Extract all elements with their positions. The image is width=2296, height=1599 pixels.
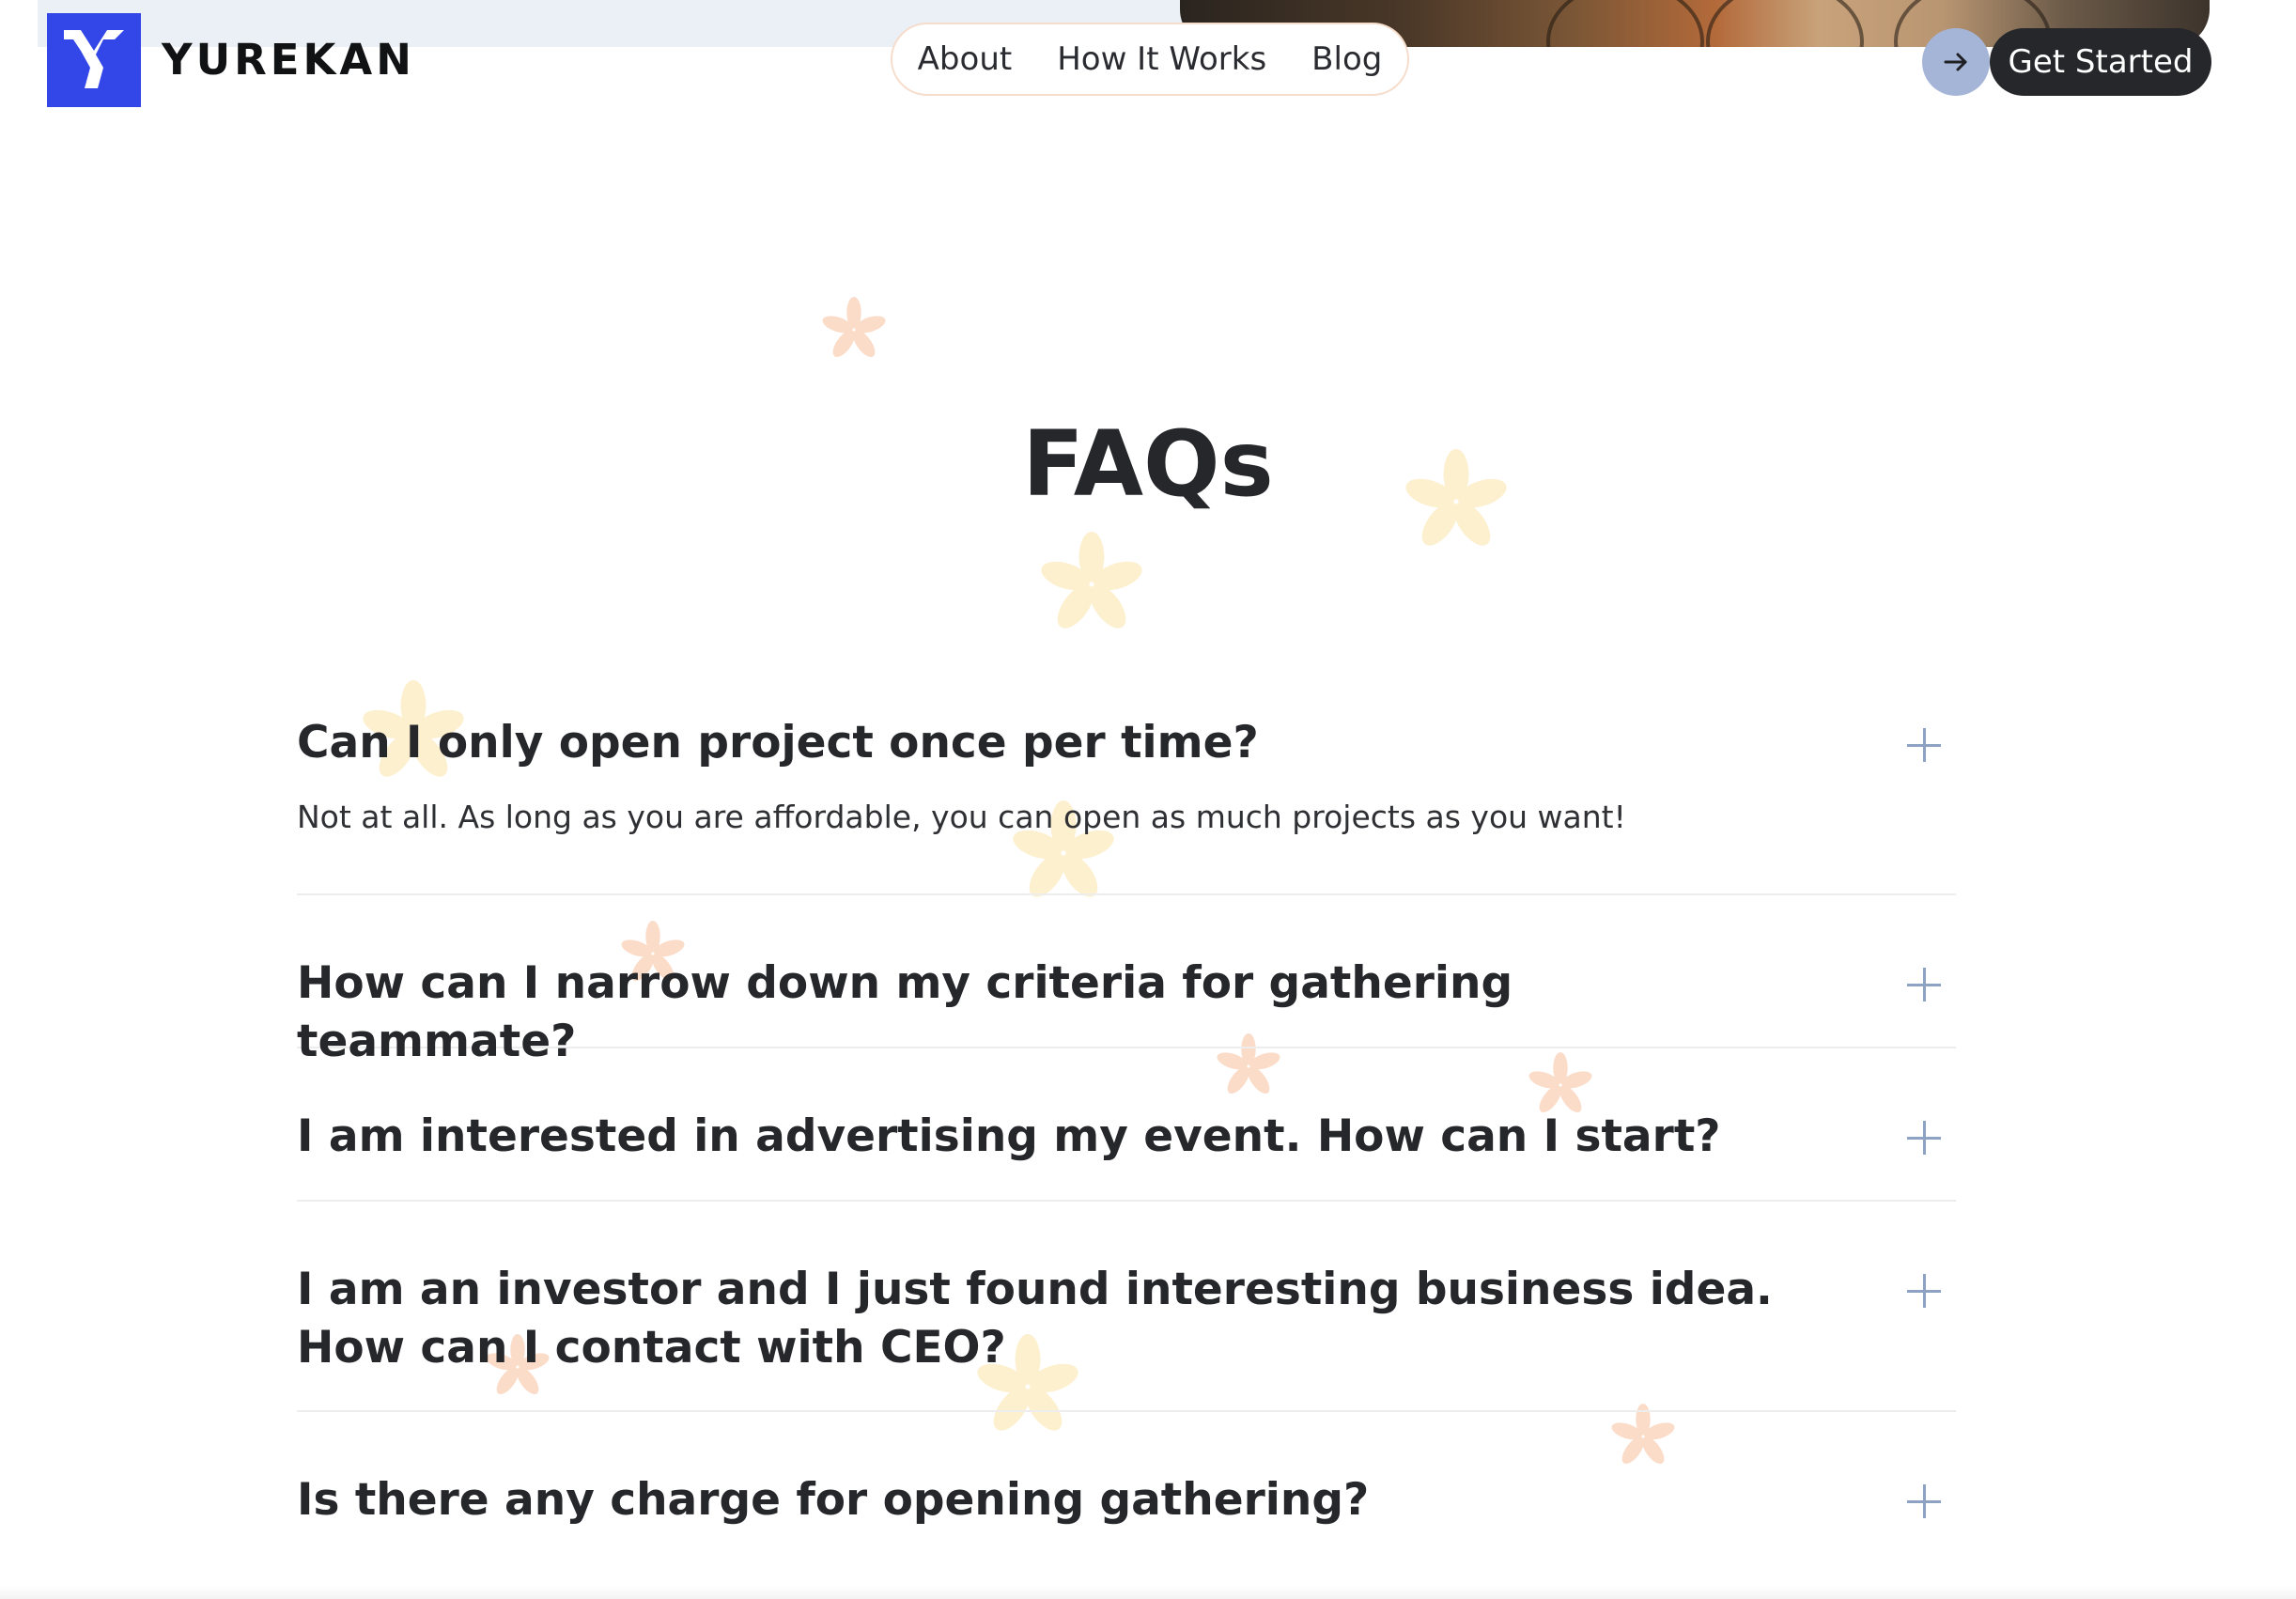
plus-icon[interactable]	[1907, 1274, 1941, 1308]
faq-title: FAQs	[1022, 411, 1274, 517]
faq-item[interactable]: How can I narrow down my criteria for ga…	[297, 895, 1956, 1067]
main-nav: About How It Works Blog	[891, 23, 1409, 96]
plus-icon[interactable]	[1907, 968, 1941, 1001]
nav-link-about[interactable]: About	[918, 40, 1013, 78]
brand-name: YUREKAN	[162, 35, 415, 85]
plus-icon[interactable]	[1907, 1121, 1941, 1155]
faq-item[interactable]: Is there any charge for opening gatherin…	[297, 1412, 1956, 1553]
faq-item[interactable]: Can I only open project once per time? N…	[297, 695, 1956, 895]
plus-icon[interactable]	[1907, 728, 1941, 762]
faq-list: Can I only open project once per time? N…	[297, 695, 1956, 1553]
plus-icon[interactable]	[1907, 1484, 1941, 1518]
flower-decoration	[822, 297, 886, 358]
bottom-fade	[0, 1586, 2296, 1599]
faq-item[interactable]: I am an investor and I just found intere…	[297, 1202, 1956, 1412]
faq-question[interactable]: Can I only open project once per time?	[297, 714, 1956, 772]
faq-question[interactable]: Is there any charge for opening gatherin…	[297, 1471, 1956, 1529]
faq-question[interactable]: I am an investor and I just found intere…	[297, 1261, 1956, 1377]
arrow-right-icon	[1944, 53, 1967, 71]
get-started-arrow-button[interactable]	[1922, 28, 1990, 96]
get-started-button[interactable]: Get Started	[1990, 28, 2211, 96]
faq-answer: Not at all. As long as you are affordabl…	[297, 799, 1626, 835]
flower-decoration	[1041, 532, 1142, 629]
faq-question[interactable]: I am interested in advertising my event.…	[297, 1108, 1956, 1166]
nav-link-how-it-works[interactable]: How It Works	[1057, 40, 1266, 78]
logo[interactable]	[47, 13, 141, 107]
nav-link-blog[interactable]: Blog	[1311, 40, 1382, 78]
faq-item[interactable]: I am interested in advertising my event.…	[297, 1048, 1956, 1202]
yurekan-logo-icon	[64, 30, 124, 88]
